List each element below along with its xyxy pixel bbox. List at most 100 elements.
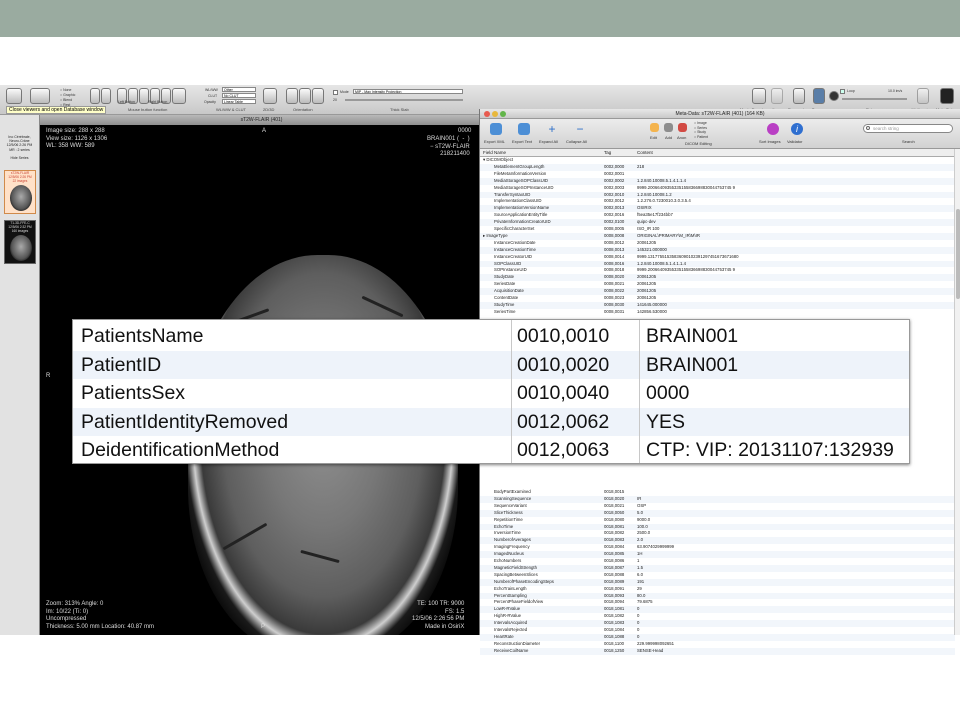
table-row[interactable]: SpecificCharacterSet 0008,0005 ISO_IR 100 [480,226,955,233]
image-option-study[interactable]: ○ Study [694,130,706,134]
mode-checkbox[interactable] [333,90,338,95]
minimize-icon[interactable] [492,111,498,117]
table-row[interactable]: MediaStorageSOPInstanceUID 0002,0003 9999.… [480,185,955,192]
gear-icon[interactable] [263,88,277,104]
minus-icon[interactable]: − [574,123,586,135]
table-row[interactable]: IntervalsRejected 0018,1084 0 [480,627,955,634]
opacity-select[interactable]: Linear Table [222,99,256,104]
info-icon[interactable]: i [791,123,803,135]
table-row[interactable]: SOPClassUID 0008,0016 1.2.840.10008.5.1.4.… [480,260,955,268]
table-row[interactable]: SeriesTime 0008,0031 142856.530000 [480,309,955,316]
expand-all-button[interactable]: Expand All [539,139,558,144]
table-row[interactable]: ImplementationClassUID 0002,0012 1.2.276.0… [480,198,955,205]
table-row[interactable]: InstanceCreatorUID 0008,0014 9999.13177551… [480,254,955,261]
table-row[interactable]: ▸ ImageType 0008,0008 ORIGINAL\PRIMARY\M_I… [480,232,955,240]
plus-icon[interactable]: + [546,123,558,135]
table-row[interactable]: PercentSampling 0018,0093 80.0 [480,592,955,600]
table-row[interactable]: InstanceCreationTime 0008,0013 145321.0000… [480,246,955,254]
table-row[interactable]: LowR-RValue 0018,1081 0 [480,606,955,614]
zoom-window-icon[interactable] [500,111,506,117]
table-row[interactable]: InversionTime 0018,0082 2500.0 [480,530,955,537]
export-text-icon[interactable] [518,123,530,135]
table-row[interactable]: SliceThickness 0018,0050 5.0 [480,509,955,517]
rate-slider[interactable] [842,98,907,100]
radio-option-blend[interactable]: ○ Blend [60,98,72,102]
export-text-button[interactable]: Export Text [512,139,532,144]
column-field-name[interactable]: Field Name [483,149,506,157]
table-row[interactable]: AcquisitionDate 0008,0022 20061205 [480,288,955,295]
play-icon[interactable] [829,91,839,101]
image-option-series[interactable]: ○ Series [694,126,707,130]
table-row[interactable]: ImagingFrequency 0018,0084 63.907402999999… [480,544,955,551]
edit-icon[interactable] [650,123,659,132]
table-row[interactable]: NumberofAverages 0018,0083 2.0 [480,537,955,545]
table-row[interactable]: TransferSyntaxUID 0002,0010 1.2.840.10008.… [480,191,955,199]
slab-slider[interactable] [345,99,463,101]
table-row[interactable]: NumberofPhaseEncodingSteps 0018,0089 191 [480,578,955,586]
table-row[interactable]: FileMetaInformationVersion 0002,0001 [480,171,955,178]
right-button-label[interactable]: Right Button [148,100,167,104]
table-row[interactable]: MetaElementGroupLength 0002,0000 218 [480,163,955,171]
scroll-thumb[interactable] [956,209,960,299]
mode-select[interactable]: MIP - Max Intensity Projection [353,89,463,94]
export-xml-icon[interactable] [490,123,502,135]
sync-icon[interactable] [771,88,783,104]
coronal-icon[interactable] [299,88,311,104]
table-row[interactable]: SpacingBetweenSlices 0018,0088 6.0 [480,572,955,579]
image-option-image[interactable]: ○ Image [694,121,707,125]
collapse-all-button[interactable]: Collapse All [566,139,587,144]
wlww-select[interactable]: Other [222,87,256,92]
database-icon[interactable] [6,88,22,104]
arrow-left-icon[interactable] [90,88,100,104]
table-row[interactable]: SeriesDate 0008,0021 20061205 [480,281,955,288]
table-row[interactable]: ▾ DICOMObject [480,157,955,164]
anon-button[interactable]: Anon [677,135,686,140]
clut-select[interactable]: No CLUT [222,93,256,98]
anon-icon[interactable] [678,123,687,132]
table-row[interactable]: EchoTime 0018,0081 100.0 [480,523,955,531]
table-row[interactable]: InstanceCreationDate 0008,0012 20061205 [480,240,955,247]
sort-images-button[interactable]: Sort Images [759,139,781,144]
table-row[interactable]: MagneticFieldStrength 0018,0087 1.5 [480,564,955,572]
table-row[interactable]: HighR-RValue 0018,1082 0 [480,613,955,620]
table-row[interactable]: EchoNumbers 0018,0086 1 [480,558,955,565]
table-row[interactable]: IntervalsAcquired 0018,1083 0 [480,620,955,627]
series-thumbnail[interactable]: sT2W-FLAIR 12/5/06 2:26 PM 22 images [4,170,36,214]
column-tag[interactable]: Tag [604,149,611,157]
sort-images-icon[interactable] [767,123,779,135]
table-row[interactable]: SequenceVariant 0018,0021 OSP [480,503,955,510]
radio-option-graphic[interactable]: ○ Graphic [60,93,75,97]
edit-button[interactable]: Edit [650,135,657,140]
film-icon[interactable] [752,88,766,104]
image-option-patient[interactable]: ○ Patient [694,135,708,139]
table-row[interactable]: BodyPartExamined 0018,0015 [480,489,955,496]
table-row[interactable]: ImagedNucleus 0018,0085 1H [480,551,955,558]
sagittal-icon[interactable] [312,88,324,104]
propagate-icon[interactable] [793,88,805,104]
arrow-right-icon[interactable] [101,88,111,104]
table-row[interactable]: ImplementationVersionName 0002,0013 OSIRIX [480,205,955,213]
table-row[interactable]: MediaStorageSOPClassUID 0002,0002 1.2.840.… [480,177,955,185]
table-row[interactable]: SOPInstanceUID 0008,0018 9999.200664093553… [480,267,955,274]
table-row[interactable]: PrivateInformationCreatorUID 0002,0100 qui… [480,219,955,226]
radio-option-none[interactable]: ○ None [60,88,71,92]
axial-icon[interactable] [286,88,298,104]
column-content[interactable]: Content [637,149,653,157]
3d-panel-icon[interactable] [917,88,929,104]
validator-button[interactable]: Validator [787,139,803,144]
series-thumbnail[interactable]: T1-3D-FFE-C 12/5/06 2:32 PM 160 images [4,220,36,264]
roi-tool-icon[interactable] [172,88,186,104]
add-button[interactable]: Add [665,135,672,140]
table-row[interactable]: ReceiveCoilName 0018,1250 SENSE-Head [480,647,955,655]
table-row[interactable]: StudyTime 0008,0030 141645.000000 [480,301,955,309]
table-row[interactable]: SourceApplicationEntityTitle 0002,0016 f5e… [480,212,955,219]
table-row[interactable]: PercentPhaseFieldofView 0018,0094 79.6875 [480,599,955,606]
close-icon[interactable] [484,111,490,117]
table-row[interactable]: ContentDate 0008,0023 20061205 [480,295,955,302]
browse-icon[interactable] [813,88,825,104]
add-icon[interactable] [664,123,673,132]
export-xml-button[interactable]: Export XML [484,139,505,144]
meta-data-icon[interactable] [940,88,954,104]
layout-icon[interactable] [30,88,50,104]
left-button-label[interactable]: Left Button [118,100,135,104]
